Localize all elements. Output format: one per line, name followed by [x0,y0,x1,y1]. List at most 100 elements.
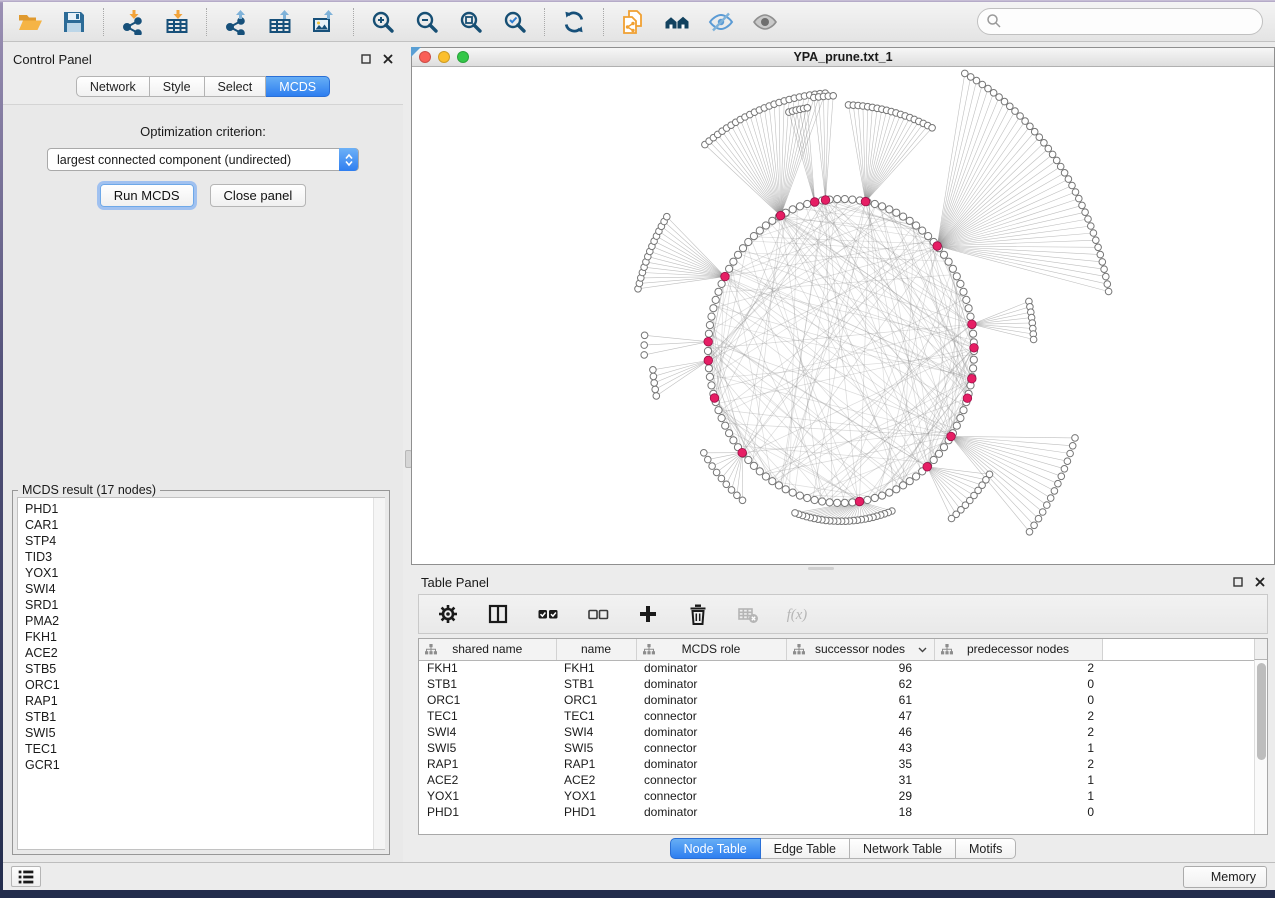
table-row[interactable]: FKH1FKH1dominator962 [419,660,1267,676]
mcds-result-item[interactable]: ORC1 [25,677,384,693]
cell-successor-nodes: 46 [786,724,934,740]
zoom-in-button[interactable] [368,7,398,37]
sort-desc-icon[interactable] [918,647,927,653]
cell-filler [1102,756,1267,772]
export-table-icon [267,9,293,35]
zoom-out-button[interactable] [412,7,442,37]
mcds-result-item[interactable]: STP4 [25,533,384,549]
tab-mcds[interactable]: MCDS [266,76,330,97]
mcds-list-scrollbar[interactable] [373,498,385,849]
refresh-button[interactable] [559,7,589,37]
mcds-result-item[interactable]: YOX1 [25,565,384,581]
float-window-icon[interactable] [361,54,371,64]
select-all-button[interactable] [535,601,561,627]
save-session-button[interactable] [59,7,89,37]
run-mcds-button[interactable]: Run MCDS [100,184,194,207]
tab-edge-table[interactable]: Edge Table [761,838,850,859]
table-toolbar: f(x) [418,594,1268,634]
show-columns-button[interactable] [485,601,511,627]
delete-column-button[interactable] [685,601,711,627]
vertical-splitter[interactable] [403,47,411,862]
import-network-button[interactable] [118,7,148,37]
tab-motifs[interactable]: Motifs [956,838,1016,859]
unselect-all-button[interactable] [585,601,611,627]
column-header-predecessor-nodes[interactable]: predecessor nodes [934,639,1102,660]
network-view-titlebar[interactable]: YPA_prune.txt_1 [412,48,1274,67]
cell-shared-name: ACE2 [419,772,556,788]
import-network-icon [120,9,146,35]
table-row[interactable]: ACE2ACE2connector311 [419,772,1267,788]
float-window-icon[interactable] [1233,577,1243,587]
mcds-result-item[interactable]: FKH1 [25,629,384,645]
criterion-select[interactable]: largest connected component (undirected) [47,148,359,171]
table-row[interactable]: SWI4SWI4dominator462 [419,724,1267,740]
task-history-button[interactable] [11,866,41,887]
memory-button[interactable]: Memory [1183,866,1267,888]
column-header-name[interactable]: name [556,639,636,660]
mcds-result-item[interactable]: STB5 [25,661,384,677]
hide-selected-button[interactable] [706,7,736,37]
cell-shared-name: TEC1 [419,708,556,724]
close-panel-icon[interactable] [383,54,393,64]
mcds-result-item[interactable]: TID3 [25,549,384,565]
tab-select[interactable]: Select [205,76,267,97]
table-row[interactable]: PHD1PHD1dominator180 [419,804,1267,820]
table-row[interactable]: TEC1TEC1connector472 [419,708,1267,724]
mcds-result-list[interactable]: PHD1CAR1STP4TID3YOX1SWI4SRD1PMA2FKH1ACE2… [17,497,385,850]
export-network-icon [223,9,249,35]
table-row[interactable]: STB1STB1dominator620 [419,676,1267,692]
cell-mcds-role: connector [636,788,786,804]
close-panel-button[interactable]: Close panel [210,184,307,207]
cell-name: YOX1 [556,788,636,804]
mcds-panel-body: Optimization criterion: largest connecte… [3,104,403,862]
export-table-button[interactable] [265,7,295,37]
zoom-selected-button[interactable] [500,7,530,37]
table-panel-tabs: Node TableEdge TableNetwork TableMotifs [411,835,1275,862]
mcds-result-item[interactable]: RAP1 [25,693,384,709]
toolbar-separator [103,8,104,36]
import-table-button[interactable] [162,7,192,37]
table-row[interactable]: ORC1ORC1dominator610 [419,692,1267,708]
cell-filler [1102,660,1267,676]
column-header-shared-name[interactable]: shared name [419,639,556,660]
table-vertical-scrollbar[interactable] [1254,660,1267,834]
open-file-button[interactable] [15,7,45,37]
column-header-successor-nodes[interactable]: successor nodes [786,639,934,660]
mcds-result-item[interactable]: SWI4 [25,581,384,597]
tab-network-table[interactable]: Network Table [850,838,956,859]
mcds-result-item[interactable]: PHD1 [25,501,384,517]
tab-network[interactable]: Network [76,76,150,97]
add-column-button[interactable] [635,601,661,627]
mcds-result-item[interactable]: STB1 [25,709,384,725]
tab-style[interactable]: Style [150,76,205,97]
export-image-button[interactable] [309,7,339,37]
column-header-mcds-role[interactable]: MCDS role [636,639,786,660]
network-canvas[interactable] [412,67,1274,564]
mcds-result-item[interactable]: SRD1 [25,597,384,613]
table-row[interactable]: YOX1YOX1connector291 [419,788,1267,804]
mcds-result-item[interactable]: ACE2 [25,645,384,661]
clone-network-button[interactable] [618,7,648,37]
mcds-result-item[interactable]: TEC1 [25,741,384,757]
scrollbar-thumb[interactable] [1257,663,1266,760]
table-row[interactable]: RAP1RAP1dominator352 [419,756,1267,772]
close-panel-icon[interactable] [1255,577,1265,587]
show-all-button[interactable] [750,7,780,37]
mcds-result-item[interactable]: PMA2 [25,613,384,629]
select-stepper-icon [339,148,358,171]
settings-gear-button[interactable] [435,601,461,627]
cell-shared-name: STB1 [419,676,556,692]
table-row[interactable]: SWI5SWI5connector431 [419,740,1267,756]
add-column-icon [636,602,660,626]
mcds-result-item[interactable]: SWI5 [25,725,384,741]
tab-node-table[interactable]: Node Table [670,838,761,859]
search-input[interactable] [977,8,1263,35]
horizontal-splitter[interactable] [411,565,1275,571]
table-panel-title: Table Panel [421,575,489,590]
mcds-result-item[interactable]: CAR1 [25,517,384,533]
export-network-button[interactable] [221,7,251,37]
search-box [977,8,1263,35]
zoom-fit-button[interactable] [456,7,486,37]
mcds-result-item[interactable]: GCR1 [25,757,384,773]
home-button[interactable] [662,7,692,37]
